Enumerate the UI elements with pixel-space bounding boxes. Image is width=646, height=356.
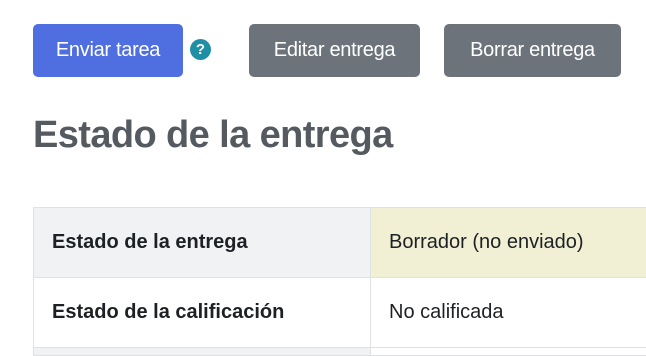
- question-circle-icon[interactable]: ?: [190, 39, 211, 60]
- page-title: Estado de la entrega: [33, 114, 393, 157]
- submission-status-table: Estado de la entrega Borrador (no enviad…: [33, 207, 646, 356]
- table-row: Estado de la calificación No calificada: [34, 278, 646, 348]
- table-cell: [34, 348, 371, 356]
- table-row: [34, 348, 646, 356]
- row-label-grading-status: Estado de la calificación: [34, 278, 371, 348]
- delete-submission-button[interactable]: Borrar entrega: [444, 24, 621, 77]
- submit-assignment-button[interactable]: Enviar tarea: [33, 24, 183, 77]
- table-cell: [371, 348, 646, 356]
- submission-status-value: Borrador (no enviado): [371, 208, 646, 278]
- edit-submission-button[interactable]: Editar entrega: [249, 24, 420, 77]
- grading-status-value: No calificada: [371, 278, 646, 348]
- table-row: Estado de la entrega Borrador (no enviad…: [34, 208, 646, 278]
- row-label-submission-status: Estado de la entrega: [34, 208, 371, 278]
